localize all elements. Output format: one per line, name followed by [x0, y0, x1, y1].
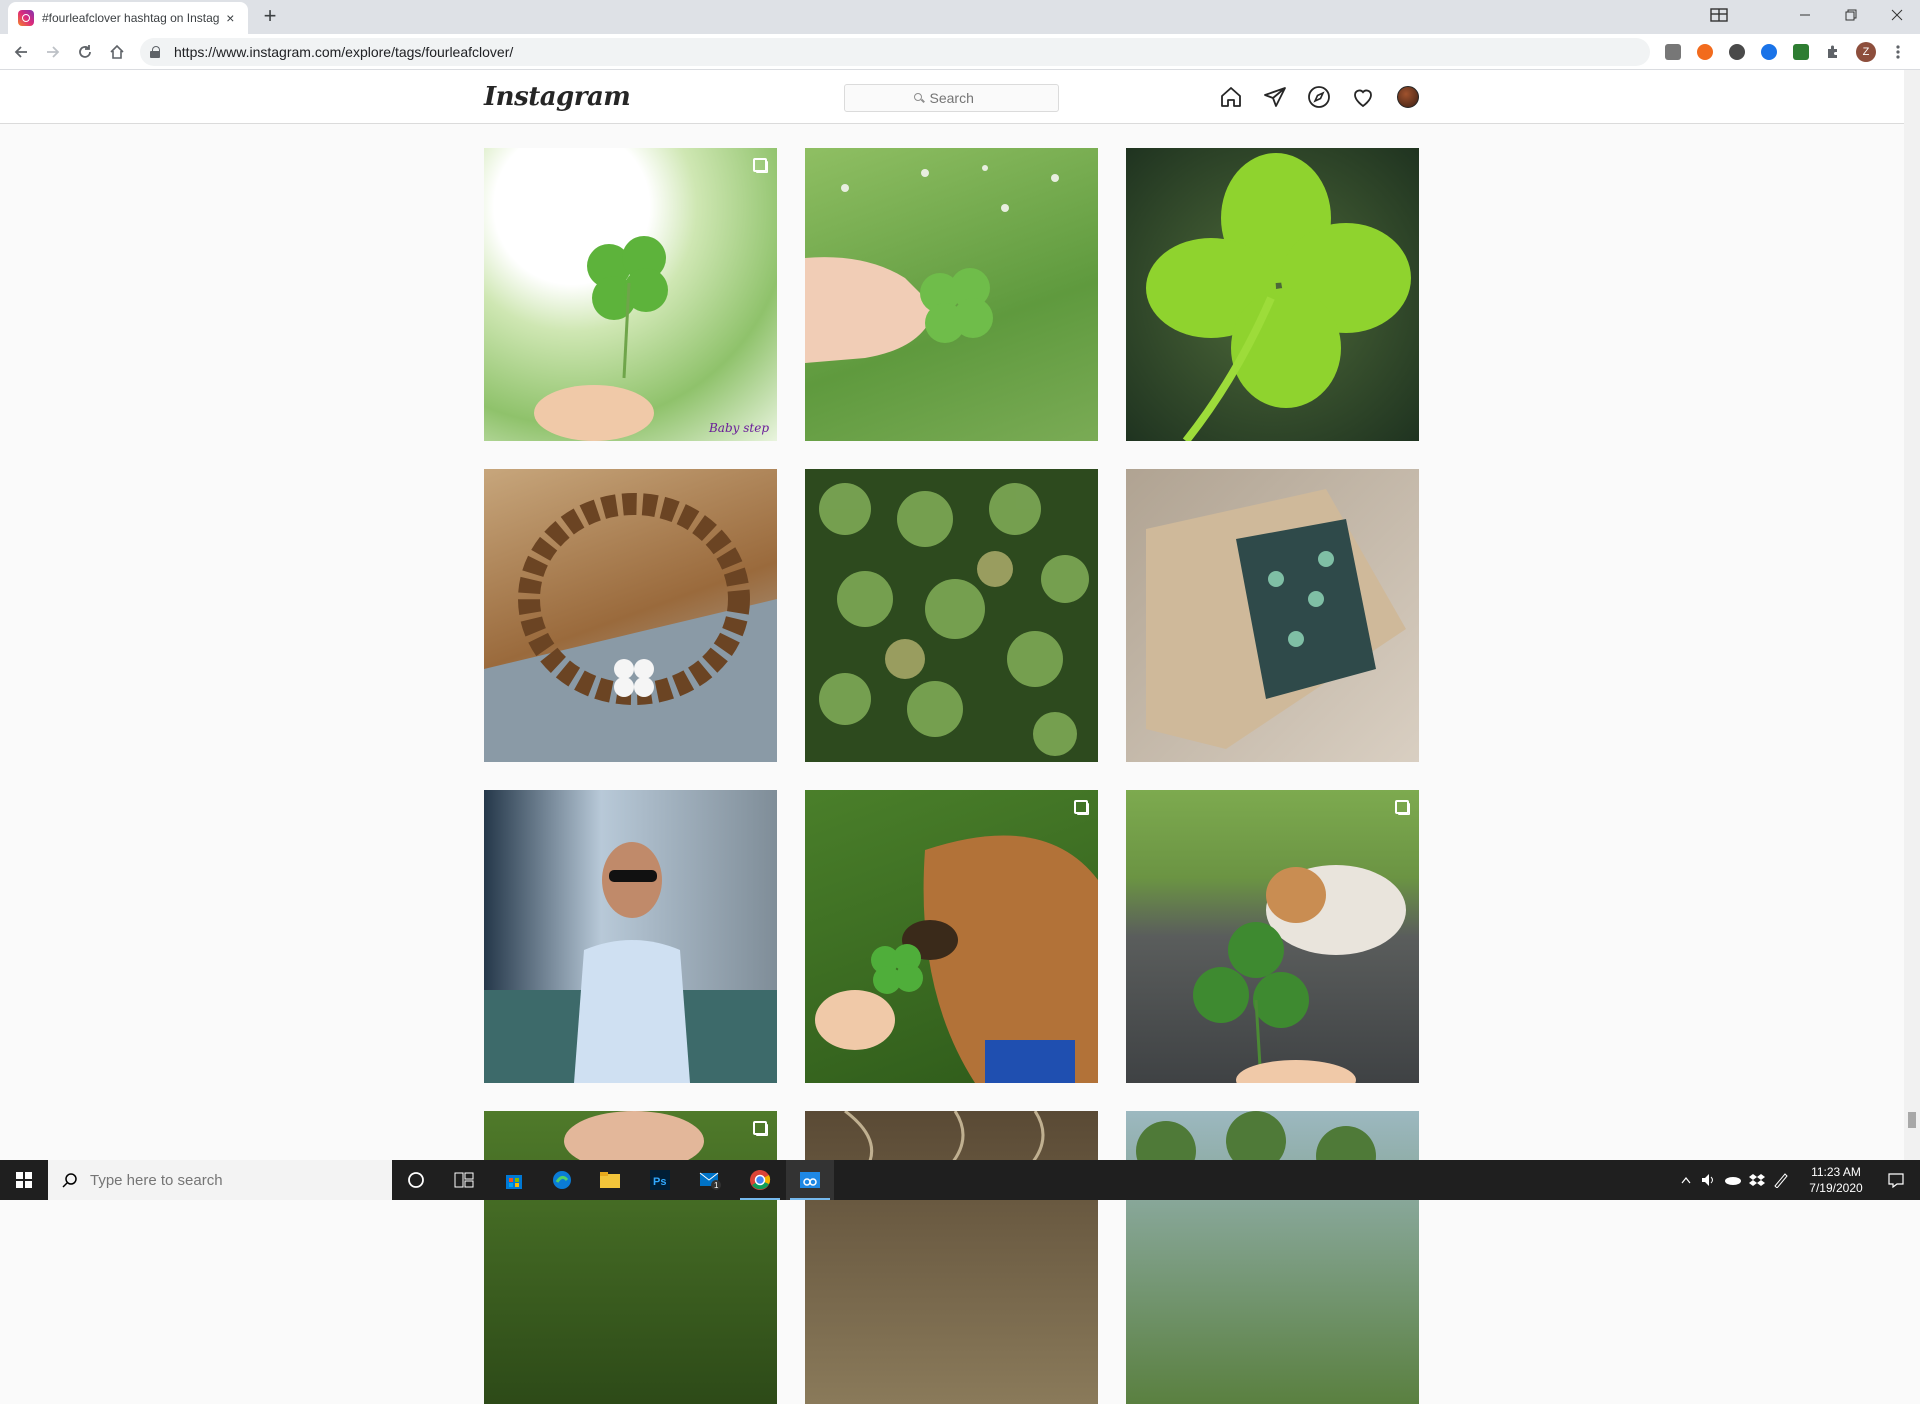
- multiple-photos-icon: [753, 1121, 767, 1135]
- show-hidden-icons-icon[interactable]: [1676, 1160, 1696, 1200]
- multiple-photos-icon: [1395, 800, 1409, 814]
- search-icon: [62, 1173, 77, 1188]
- taskbar-search-input[interactable]: [90, 1171, 370, 1189]
- system-clock[interactable]: 11:23 AM 7/19/2020: [1796, 1164, 1876, 1196]
- direct-message-icon[interactable]: [1263, 85, 1287, 109]
- clover-in-hand-image: [805, 165, 1059, 363]
- chrome-icon[interactable]: [736, 1160, 784, 1200]
- instagram-favicon-icon: [18, 10, 34, 26]
- close-window-icon[interactable]: [1874, 0, 1920, 30]
- volume-icon[interactable]: [1698, 1160, 1720, 1200]
- multiple-photos-icon: [1074, 800, 1088, 814]
- multiple-photos-icon: [753, 158, 767, 172]
- instagram-logo[interactable]: Instagram: [484, 82, 631, 112]
- dog-with-clover-image: [815, 835, 1098, 1083]
- cortana-icon[interactable]: [392, 1160, 440, 1200]
- extension-blue-icon[interactable]: [1761, 44, 1777, 60]
- extension-green-icon[interactable]: [1793, 44, 1809, 60]
- search-icon: [913, 93, 924, 103]
- page-scrollbar[interactable]: [1904, 70, 1920, 1160]
- forward-icon[interactable]: [43, 42, 63, 62]
- activity-heart-icon[interactable]: [1351, 85, 1375, 109]
- address-bar[interactable]: https://www.instagram.com/explore/tags/f…: [140, 38, 1650, 66]
- tab-search-icon[interactable]: [1696, 0, 1742, 30]
- extension-g-icon[interactable]: [1665, 44, 1681, 60]
- close-tab-icon[interactable]: ×: [223, 10, 238, 26]
- post-tile[interactable]: [484, 790, 777, 1083]
- extension-orange-icon[interactable]: [1697, 44, 1713, 60]
- restore-icon[interactable]: [1828, 0, 1874, 30]
- plants-image: [844, 1111, 1045, 1173]
- instagram-search[interactable]: [844, 84, 1059, 112]
- home-icon[interactable]: [107, 42, 127, 62]
- portrait-image: [484, 842, 777, 1083]
- clover-image: [534, 236, 668, 441]
- profile-avatar[interactable]: Z: [1856, 42, 1876, 62]
- tab-strip: #fourleafclover hashtag on Instagram × +: [0, 0, 1920, 34]
- explore-compass-icon[interactable]: [1307, 85, 1331, 109]
- action-center-icon[interactable]: [1876, 1160, 1916, 1200]
- snipping-tool-icon[interactable]: [786, 1160, 834, 1200]
- post-tile[interactable]: [1126, 1111, 1419, 1404]
- greenery-image: [1136, 1111, 1376, 1186]
- url-text[interactable]: https://www.instagram.com/explore/tags/f…: [174, 44, 513, 60]
- post-tile[interactable]: [484, 1111, 777, 1404]
- dropbox-icon[interactable]: [1746, 1160, 1768, 1200]
- pen-icon[interactable]: [1770, 1160, 1792, 1200]
- minimize-icon[interactable]: [1782, 0, 1828, 30]
- clover-closeup-image: [1146, 153, 1411, 441]
- reload-icon[interactable]: [75, 42, 95, 62]
- extensions-puzzle-icon[interactable]: [1823, 42, 1843, 62]
- browser-toolbar: https://www.instagram.com/explore/tags/f…: [0, 34, 1920, 70]
- browser-tab[interactable]: #fourleafclover hashtag on Instagram ×: [8, 2, 248, 34]
- hand-in-grass-image: [564, 1111, 704, 1171]
- post-tile[interactable]: [484, 469, 777, 762]
- clover-field-image: [819, 483, 1089, 756]
- post-tile[interactable]: [805, 790, 1098, 1083]
- edge-icon[interactable]: [538, 1160, 586, 1200]
- mail-icon[interactable]: 1: [686, 1160, 734, 1200]
- photoshop-icon[interactable]: Ps: [636, 1160, 684, 1200]
- extension-circle-icon[interactable]: [1729, 44, 1745, 60]
- post-tile[interactable]: Baby step: [484, 148, 777, 441]
- post-tile[interactable]: [805, 1111, 1098, 1404]
- post-tile[interactable]: [805, 469, 1098, 762]
- image-caption: Baby step: [708, 421, 769, 435]
- post-tile[interactable]: [1126, 469, 1419, 762]
- back-icon[interactable]: [11, 42, 31, 62]
- mail-badge: 1: [714, 1181, 719, 1190]
- post-tile[interactable]: [1126, 790, 1419, 1083]
- store-icon[interactable]: [490, 1160, 538, 1200]
- clover-and-dog-image: [1193, 865, 1406, 1083]
- instagram-header: Instagram: [0, 70, 1904, 124]
- bracelet-image: [484, 493, 777, 762]
- new-tab-button[interactable]: +: [258, 5, 282, 29]
- taskbar-search[interactable]: [48, 1160, 392, 1200]
- lock-icon[interactable]: [150, 46, 160, 58]
- post-tile[interactable]: [1126, 148, 1419, 441]
- home-nav-icon[interactable]: [1219, 85, 1243, 109]
- box-image: [1146, 489, 1406, 749]
- instagram-profile-avatar[interactable]: [1397, 86, 1419, 108]
- post-tile[interactable]: [805, 148, 1098, 441]
- file-explorer-icon[interactable]: [586, 1160, 634, 1200]
- windows-start-icon[interactable]: [0, 1160, 48, 1200]
- clock-time: 11:23 AM: [1811, 1165, 1861, 1179]
- scrollbar-thumb[interactable]: [1908, 1112, 1916, 1128]
- tab-title: #fourleafclover hashtag on Instagram: [42, 11, 219, 25]
- windows-taskbar: Ps 1 11:23 AM 7/19/2020: [0, 1160, 1920, 1200]
- clock-date: 7/19/2020: [1809, 1181, 1863, 1195]
- menu-dots-icon[interactable]: [1888, 42, 1908, 62]
- search-input[interactable]: [929, 90, 990, 106]
- onedrive-icon[interactable]: [1722, 1160, 1744, 1200]
- task-view-icon[interactable]: [440, 1160, 488, 1200]
- svg-text:Ps: Ps: [653, 1176, 666, 1188]
